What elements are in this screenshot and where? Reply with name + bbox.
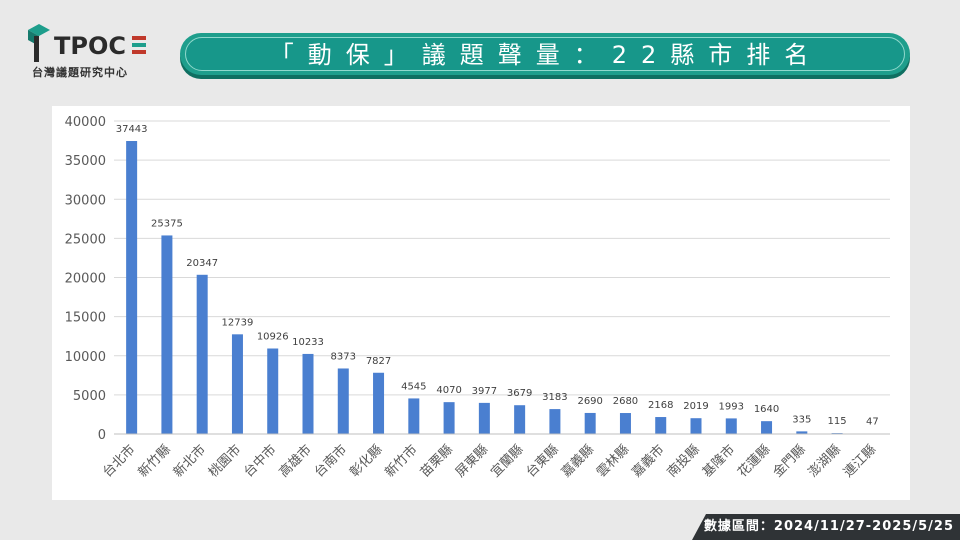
data-label: 2690 — [577, 396, 602, 407]
bar — [267, 348, 279, 434]
data-label: 47 — [866, 417, 879, 428]
data-label: 8373 — [331, 351, 356, 362]
bar — [373, 372, 385, 434]
x-tick-label: 澎湖縣 — [806, 442, 844, 480]
x-tick-label: 雲林縣 — [594, 442, 632, 480]
x-tick-label: 嘉義市 — [629, 442, 668, 481]
data-label: 115 — [828, 416, 847, 427]
data-label: 1640 — [754, 404, 779, 415]
y-tick-label: 15000 — [65, 311, 106, 326]
y-tick-label: 10000 — [65, 350, 106, 365]
x-tick-label: 宜蘭縣 — [488, 442, 527, 481]
x-tick-label: 彰化縣 — [346, 442, 385, 481]
logo-subtitle: 台灣議題研究中心 — [32, 66, 128, 79]
bar — [196, 274, 208, 434]
x-tick-label: 花蓮縣 — [734, 442, 773, 481]
data-label: 20347 — [186, 258, 218, 269]
bar — [549, 409, 561, 434]
x-tick-label: 屏東縣 — [452, 442, 491, 481]
x-tick-label: 台中市 — [241, 442, 280, 481]
date-range: 數據區間：2024/11/27-2025/5/25 — [703, 519, 954, 534]
data-label: 2168 — [648, 400, 673, 411]
x-tick-label: 新竹縣 — [135, 442, 174, 481]
x-tick-label: 嘉義縣 — [558, 442, 597, 481]
bar — [126, 141, 138, 434]
footer-bar: 數據區間：2024/11/27-2025/5/25 — [692, 514, 960, 540]
bar — [443, 402, 455, 434]
data-label: 10926 — [257, 332, 289, 343]
title-banner: 「動保」議題聲量：22縣市排名 — [180, 33, 910, 75]
chart-panel: 0 5000 10000 15000 20000 25000 30000 35000 40000… — [52, 106, 910, 500]
bar — [761, 421, 773, 434]
bar — [408, 398, 420, 434]
data-label: 37443 — [116, 124, 148, 135]
x-tick-label: 南投縣 — [664, 442, 703, 481]
y-tick-label: 0 — [98, 428, 106, 443]
bar — [725, 418, 737, 434]
y-tick-label: 25000 — [65, 232, 106, 247]
bar — [514, 405, 526, 434]
y-tick-label: 40000 — [65, 115, 106, 130]
x-tick-label: 苗栗縣 — [418, 442, 456, 480]
logo-accent-icon — [132, 36, 146, 54]
data-label: 1993 — [719, 401, 744, 412]
bar — [478, 402, 490, 434]
bar — [619, 413, 631, 434]
bar — [231, 334, 243, 434]
page-title: 「動保」議題聲量：22縣市排名 — [269, 41, 823, 69]
tpoc-logo: TPOC 台灣議題研究中心 — [22, 18, 162, 82]
bar — [655, 417, 667, 434]
data-label: 3679 — [507, 388, 532, 399]
x-tick-label: 金門縣 — [770, 442, 809, 481]
x-tick-label: 新北市 — [170, 442, 209, 481]
data-label: 3977 — [472, 386, 497, 397]
y-tick-label: 5000 — [73, 389, 106, 404]
data-label: 25375 — [151, 218, 183, 229]
bar-chart: 0 5000 10000 15000 20000 25000 30000 35000 40000… — [65, 115, 890, 481]
x-tick-label: 桃園市 — [205, 442, 244, 481]
data-label: 10233 — [292, 337, 324, 348]
bar — [302, 353, 314, 434]
x-tick-label: 台南市 — [311, 442, 350, 481]
data-label: 4545 — [401, 381, 426, 392]
x-tick-label: 台北市 — [100, 442, 139, 481]
bar — [690, 418, 702, 434]
title-banner-inner: 「動保」議題聲量：22縣市排名 — [185, 37, 905, 71]
y-tick-label: 35000 — [65, 154, 106, 169]
data-label: 4070 — [436, 385, 461, 396]
bar — [337, 368, 349, 434]
x-tick-label: 基隆市 — [699, 442, 738, 481]
data-label: 335 — [792, 414, 811, 425]
bar — [161, 235, 173, 434]
data-label: 2019 — [683, 401, 708, 412]
data-label: 3183 — [542, 392, 567, 403]
y-tick-label: 30000 — [65, 193, 106, 208]
data-label: 7827 — [366, 356, 391, 367]
logo-text: TPOC — [54, 32, 126, 60]
data-label: 2680 — [613, 396, 638, 407]
x-tick-label: 高雄市 — [276, 442, 315, 481]
data-label: 12739 — [222, 317, 254, 328]
y-tick-label: 20000 — [65, 272, 106, 287]
x-tick-label: 台東縣 — [523, 442, 562, 481]
x-tick-label: 新竹市 — [382, 442, 421, 481]
logo-mark-icon — [28, 24, 50, 62]
bar — [584, 412, 596, 434]
x-tick-label: 連江縣 — [841, 442, 879, 480]
